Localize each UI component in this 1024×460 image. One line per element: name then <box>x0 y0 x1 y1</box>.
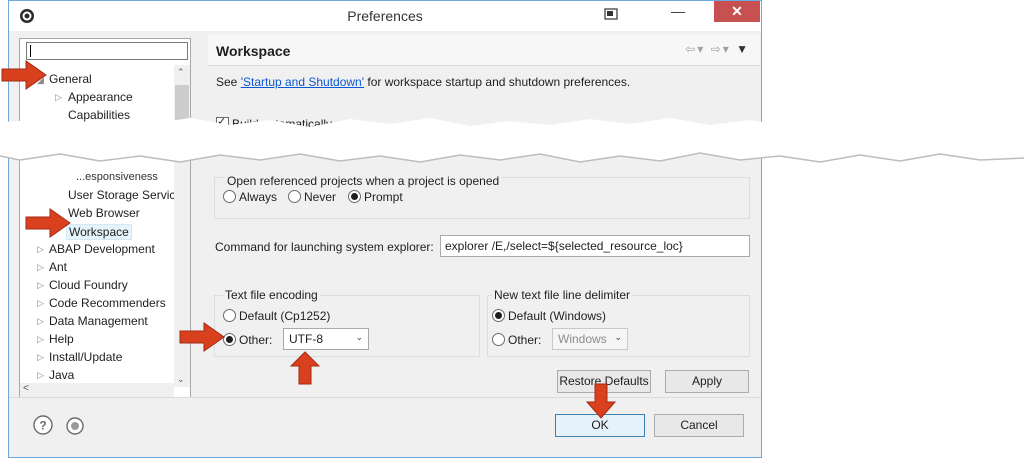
radio-never[interactable]: Never <box>288 190 336 204</box>
forward-dropdown-icon[interactable]: ▾ <box>723 42 731 56</box>
annotation-arrow-other-encoding <box>179 322 225 352</box>
line-delimiter-group: New text file line delimiter Default (Wi… <box>487 288 750 357</box>
radio-icon[interactable] <box>288 190 301 203</box>
collapsed-twisty-icon[interactable]: ▷ <box>37 352 44 363</box>
collapsed-twisty-icon[interactable]: ▷ <box>37 244 44 255</box>
note-suffix: for workspace startup and shutdown prefe… <box>364 75 631 89</box>
delimiter-other-radio[interactable]: Other: <box>492 333 541 347</box>
collapsed-twisty-icon[interactable]: ▷ <box>37 262 44 273</box>
tree-item-install-update[interactable]: Install/Update <box>49 350 122 364</box>
scroll-left-icon[interactable]: < <box>23 383 29 394</box>
delimiter-other-label: Other: <box>508 333 542 347</box>
svg-text:?: ? <box>39 419 46 433</box>
help-icon[interactable]: ? <box>33 415 53 435</box>
title-bar: Preferences — ✕ <box>9 1 761 31</box>
collapsed-twisty-icon[interactable]: ▷ <box>37 370 44 381</box>
torn-paper-break <box>0 118 1024 163</box>
back-arrow-icon[interactable]: ⇦ <box>685 42 697 56</box>
encoding-default-radio[interactable]: Default (Cp1252) <box>223 309 330 323</box>
radio-always[interactable]: Always <box>223 190 277 204</box>
collapsed-twisty-icon[interactable]: ▷ <box>37 298 44 309</box>
annotation-arrow-utf8 <box>289 351 321 385</box>
radio-prompt[interactable]: Prompt <box>348 190 403 204</box>
apply-button[interactable]: Apply <box>665 370 749 393</box>
close-button[interactable]: ✕ <box>714 1 760 22</box>
tree-item-web-browser[interactable]: Web Browser <box>68 206 140 220</box>
tree-horizontal-scrollbar[interactable]: < <box>20 383 174 397</box>
text-file-encoding-label: Text file encoding <box>223 288 320 302</box>
chevron-down-icon[interactable]: ⌄ <box>355 332 363 343</box>
system-explorer-command-input[interactable]: explorer /E,/select=${selected_resource_… <box>440 235 750 257</box>
tree-item-partial[interactable]: ...esponsiveness <box>76 171 158 183</box>
radio-never-label: Never <box>304 190 337 204</box>
open-referenced-projects-label: Open referenced projects when a project … <box>225 174 502 188</box>
annotation-arrow-general <box>1 60 47 90</box>
window-title: Preferences <box>347 8 423 24</box>
collapsed-twisty-icon[interactable]: ▷ <box>37 334 44 345</box>
back-dropdown-icon[interactable]: ▾ <box>697 42 705 56</box>
filter-input[interactable] <box>26 42 188 60</box>
tree-item-general[interactable]: General <box>49 72 92 86</box>
forward-arrow-icon[interactable]: ⇨ <box>711 42 723 56</box>
startup-shutdown-link[interactable]: 'Startup and Shutdown' <box>241 75 364 89</box>
page-title: Workspace <box>216 43 291 59</box>
annotation-arrow-workspace <box>25 208 71 238</box>
encoding-value: UTF-8 <box>289 332 323 346</box>
collapsed-twisty-icon[interactable]: ▷ <box>37 316 44 327</box>
delimiter-default-label: Default (Windows) <box>508 309 607 323</box>
encoding-other-radio[interactable]: Other: <box>223 333 272 347</box>
encoding-select[interactable]: UTF-8 ⌄ <box>283 328 369 350</box>
preferences-dialog: Preferences — ✕ ◢ General ▷ Appearance C… <box>8 0 762 458</box>
radio-icon[interactable] <box>223 190 236 203</box>
tree-item-java[interactable]: Java <box>49 368 74 382</box>
radio-selected-icon[interactable] <box>492 309 505 322</box>
collapsed-twisty-icon[interactable]: ▷ <box>55 92 62 103</box>
import-export-icon[interactable] <box>65 416 85 436</box>
view-menu-icon[interactable]: ▼ <box>736 42 750 56</box>
open-referenced-projects-group: Open referenced projects when a project … <box>214 174 750 219</box>
tree-item-workspace[interactable]: Workspace <box>66 224 132 240</box>
dialog-client: ◢ General ▷ Appearance Capabilities ...e… <box>9 31 761 457</box>
note-prefix: See <box>216 75 241 89</box>
cancel-button[interactable]: Cancel <box>654 414 744 437</box>
tree-item-user-storage[interactable]: User Storage Service <box>68 188 182 202</box>
minimize-button[interactable]: — <box>664 1 692 22</box>
encoding-other-label: Other: <box>239 333 273 347</box>
encoding-default-label: Default (Cp1252) <box>239 309 331 323</box>
page-header: Workspace ⇦▾ ⇨▾ ▼ <box>208 35 760 66</box>
scroll-up-icon[interactable]: ⌃ <box>177 67 185 78</box>
tree-item-data-management[interactable]: Data Management <box>49 314 148 328</box>
delimiter-default-radio[interactable]: Default (Windows) <box>492 309 606 323</box>
dialog-help-tray-icon[interactable] <box>599 5 623 25</box>
annotation-arrow-ok <box>585 383 617 419</box>
radio-selected-icon[interactable] <box>348 190 361 203</box>
tree-item-abap[interactable]: ABAP Development <box>49 242 155 256</box>
delimiter-select[interactable]: Windows ⌄ <box>552 328 628 350</box>
radio-always-label: Always <box>239 190 278 204</box>
radio-prompt-label: Prompt <box>364 190 403 204</box>
tree-item-code-recommenders[interactable]: Code Recommenders <box>49 296 166 310</box>
collapsed-twisty-icon[interactable]: ▷ <box>37 280 44 291</box>
text-file-encoding-group: Text file encoding Default (Cp1252) Othe… <box>214 288 480 357</box>
scroll-down-icon[interactable]: ⌄ <box>177 374 185 385</box>
tree-item-appearance[interactable]: Appearance <box>68 90 133 104</box>
delimiter-value: Windows <box>558 332 607 346</box>
history-nav: ⇦▾ ⇨▾ ▼ <box>685 42 750 56</box>
text-caret <box>30 45 31 57</box>
line-delimiter-label: New text file line delimiter <box>492 288 633 302</box>
startup-shutdown-note: See 'Startup and Shutdown' for workspace… <box>216 75 630 89</box>
tree-item-ant[interactable]: Ant <box>49 260 67 274</box>
footer-divider <box>9 397 761 398</box>
tree-item-help[interactable]: Help <box>49 332 74 346</box>
tree-item-cloud-foundry[interactable]: Cloud Foundry <box>49 278 128 292</box>
chevron-down-icon[interactable]: ⌄ <box>614 332 622 343</box>
radio-icon[interactable] <box>492 333 505 346</box>
command-label: Command for launching system explorer: <box>215 240 434 254</box>
